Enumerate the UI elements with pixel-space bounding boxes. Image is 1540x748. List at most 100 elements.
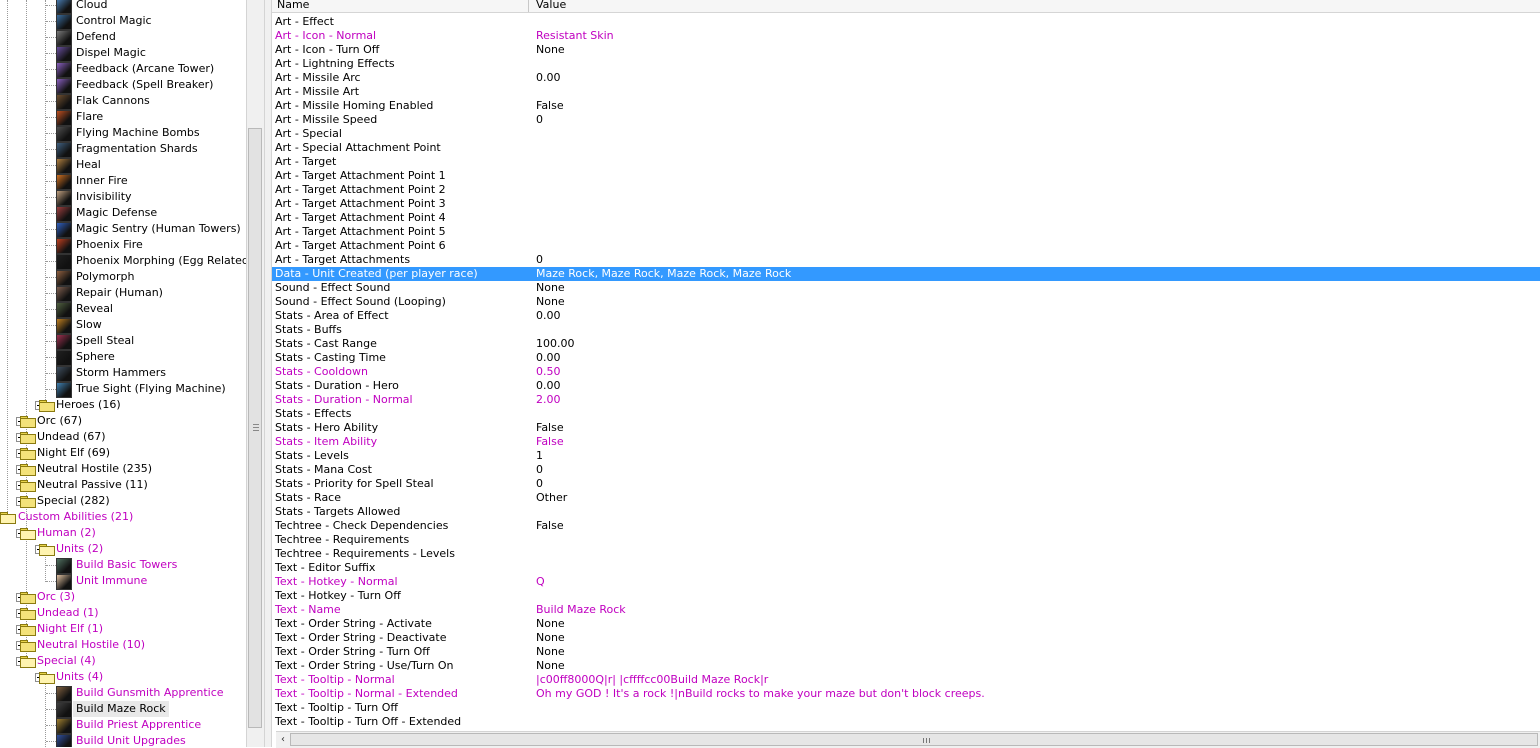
property-row[interactable]: Stats - Area of Effect 0.00 — [272, 309, 1540, 323]
property-value[interactable]: None — [536, 645, 565, 659]
property-value[interactable]: None — [536, 631, 565, 645]
property-value[interactable]: 0 — [536, 477, 543, 491]
tree-ability-node[interactable]: Reveal — [0, 301, 246, 318]
property-value[interactable]: 0 — [536, 253, 543, 267]
column-separator[interactable] — [528, 0, 529, 12]
property-row[interactable]: Data - Unit Created (per player race) Maz… — [272, 267, 1540, 281]
scroll-left-arrow-icon[interactable]: ‹ — [277, 733, 289, 746]
tree-ability-node[interactable]: Build Basic Towers — [0, 557, 246, 574]
property-value[interactable]: 0 — [536, 113, 543, 127]
tree-folder-node[interactable]: Orc (3) — [0, 589, 246, 605]
property-row[interactable]: Stats - Duration - Hero 0.00 — [272, 379, 1540, 393]
tree-vertical-scrollbar[interactable] — [246, 0, 264, 747]
property-row[interactable]: Text - Tooltip - Normal |c00ff8000Q|r| |c… — [272, 673, 1540, 687]
tree-ability-node[interactable]: Flare — [0, 109, 246, 126]
property-row[interactable]: Text - Order String - Deactivate None — [272, 631, 1540, 645]
tree-folder-node[interactable]: Units (2) — [0, 541, 246, 557]
tree-folder-node[interactable]: Heroes (16) — [0, 397, 246, 413]
tree-ability-node[interactable]: Unit Immune — [0, 573, 246, 590]
property-row[interactable]: Text - Order String - Activate None — [272, 617, 1540, 631]
tree-ability-node[interactable]: Build Maze Rock — [0, 701, 246, 718]
tree-ability-node[interactable]: Inner Fire — [0, 173, 246, 190]
property-value[interactable]: None — [536, 617, 565, 631]
property-value[interactable]: Other — [536, 491, 567, 505]
property-row[interactable]: Text - Editor Suffix — [272, 561, 1540, 575]
property-row[interactable]: Text - Tooltip - Turn Off — [272, 701, 1540, 715]
property-row[interactable]: Stats - Casting Time 0.00 — [272, 351, 1540, 365]
property-row[interactable]: Text - Hotkey - Turn Off — [272, 589, 1540, 603]
tree-ability-node[interactable]: Slow — [0, 317, 246, 334]
tree-ability-node[interactable]: Repair (Human) — [0, 285, 246, 302]
property-value[interactable]: None — [536, 659, 565, 673]
tree-ability-node[interactable]: Control Magic — [0, 13, 246, 30]
tree-folder-node[interactable]: Units (4) — [0, 669, 246, 685]
property-value[interactable]: None — [536, 281, 565, 295]
tree-ability-node[interactable]: Sphere — [0, 349, 246, 366]
property-value[interactable]: False — [536, 99, 564, 113]
property-row[interactable]: Art - Target Attachment Point 2 — [272, 183, 1540, 197]
tree-ability-node[interactable]: Spell Steal — [0, 333, 246, 350]
property-row[interactable]: Art - Special Attachment Point — [272, 141, 1540, 155]
tree-folder-node[interactable]: Neutral Passive (11) — [0, 477, 246, 493]
property-row[interactable]: Art - Target Attachment Point 5 — [272, 225, 1540, 239]
property-row[interactable]: Stats - Effects — [272, 407, 1540, 421]
property-row[interactable]: Stats - Race Other — [272, 491, 1540, 505]
property-row[interactable]: Stats - Buffs — [272, 323, 1540, 337]
tree-ability-node[interactable]: Build Gunsmith Apprentice — [0, 685, 246, 702]
property-row[interactable]: Text - Name Build Maze Rock — [272, 603, 1540, 617]
property-value[interactable]: None — [536, 295, 565, 309]
tree-ability-node[interactable]: Dispel Magic — [0, 45, 246, 62]
tree-folder-node[interactable]: Undead (67) — [0, 429, 246, 445]
property-row[interactable]: Text - Order String - Turn Off None — [272, 645, 1540, 659]
property-row[interactable]: Text - Hotkey - Normal Q — [272, 575, 1540, 589]
tree-ability-node[interactable]: Storm Hammers — [0, 365, 246, 382]
property-row[interactable]: Techtree - Requirements - Levels — [272, 547, 1540, 561]
tree-ability-node[interactable]: Build Priest Apprentice — [0, 717, 246, 734]
property-value[interactable]: False — [536, 435, 564, 449]
property-value[interactable]: 2.00 — [536, 393, 561, 407]
property-row[interactable]: Art - Effect — [272, 15, 1540, 29]
tree-ability-node[interactable]: Invisibility — [0, 189, 246, 206]
property-row[interactable]: Stats - Levels 1 — [272, 449, 1540, 463]
tree-folder-node[interactable]: Night Elf (69) — [0, 445, 246, 461]
column-header-value[interactable]: Value — [536, 0, 566, 12]
tree-folder-node[interactable]: Neutral Hostile (235) — [0, 461, 246, 477]
property-row[interactable]: Art - Target — [272, 155, 1540, 169]
property-row[interactable]: Stats - Item Ability False — [272, 435, 1540, 449]
property-value[interactable]: Build Maze Rock — [536, 603, 626, 617]
tree-folder-node[interactable]: Orc (67) — [0, 413, 246, 429]
tree-ability-node[interactable]: Build Unit Upgrades — [0, 733, 246, 747]
column-header-name[interactable]: Name — [277, 0, 309, 12]
tree-ability-node[interactable]: Magic Sentry (Human Towers) — [0, 221, 246, 238]
property-value[interactable]: 1 — [536, 449, 543, 463]
tree-ability-node[interactable]: Feedback (Arcane Tower) — [0, 61, 246, 78]
property-row[interactable]: Text - Tooltip - Normal - Extended Oh my … — [272, 687, 1540, 701]
tree-ability-node[interactable]: Polymorph — [0, 269, 246, 286]
property-row[interactable]: Text - Order String - Use/Turn On None — [272, 659, 1540, 673]
property-value[interactable]: 0.50 — [536, 365, 561, 379]
property-row[interactable]: Sound - Effect Sound None — [272, 281, 1540, 295]
tree-ability-node[interactable]: Fragmentation Shards — [0, 141, 246, 158]
tree-ability-node[interactable]: Magic Defense — [0, 205, 246, 222]
tree-ability-node[interactable]: Flak Cannons — [0, 93, 246, 110]
property-row[interactable]: Art - Missile Arc 0.00 — [272, 71, 1540, 85]
tree-scrollbar-thumb[interactable] — [248, 128, 262, 728]
property-row[interactable]: Sound - Effect Sound (Looping) None — [272, 295, 1540, 309]
property-row[interactable]: Techtree - Check Dependencies False — [272, 519, 1540, 533]
property-row[interactable]: Art - Target Attachment Point 4 — [272, 211, 1540, 225]
grid-scrollbar-thumb[interactable] — [290, 733, 1538, 746]
tree-folder-node[interactable]: Special (282) — [0, 493, 246, 509]
property-row[interactable]: Techtree - Requirements — [272, 533, 1540, 547]
tree-ability-node[interactable]: Phoenix Fire — [0, 237, 246, 254]
property-row[interactable]: Text - Tooltip - Turn Off - Extended — [272, 715, 1540, 729]
property-row[interactable]: Stats - Duration - Normal 2.00 — [272, 393, 1540, 407]
tree-folder-node[interactable]: Special (4) — [0, 653, 246, 669]
property-row[interactable]: Art - Target Attachment Point 3 — [272, 197, 1540, 211]
property-row[interactable]: Art - Missile Homing Enabled False — [272, 99, 1540, 113]
property-value[interactable]: False — [536, 421, 564, 435]
tree-ability-node[interactable]: Feedback (Spell Breaker) — [0, 77, 246, 94]
tree-folder-node[interactable]: Human (2) — [0, 525, 246, 541]
property-value[interactable]: 0.00 — [536, 379, 561, 393]
property-row[interactable]: Art - Target Attachment Point 6 — [272, 239, 1540, 253]
property-row[interactable]: Art - Missile Art — [272, 85, 1540, 99]
